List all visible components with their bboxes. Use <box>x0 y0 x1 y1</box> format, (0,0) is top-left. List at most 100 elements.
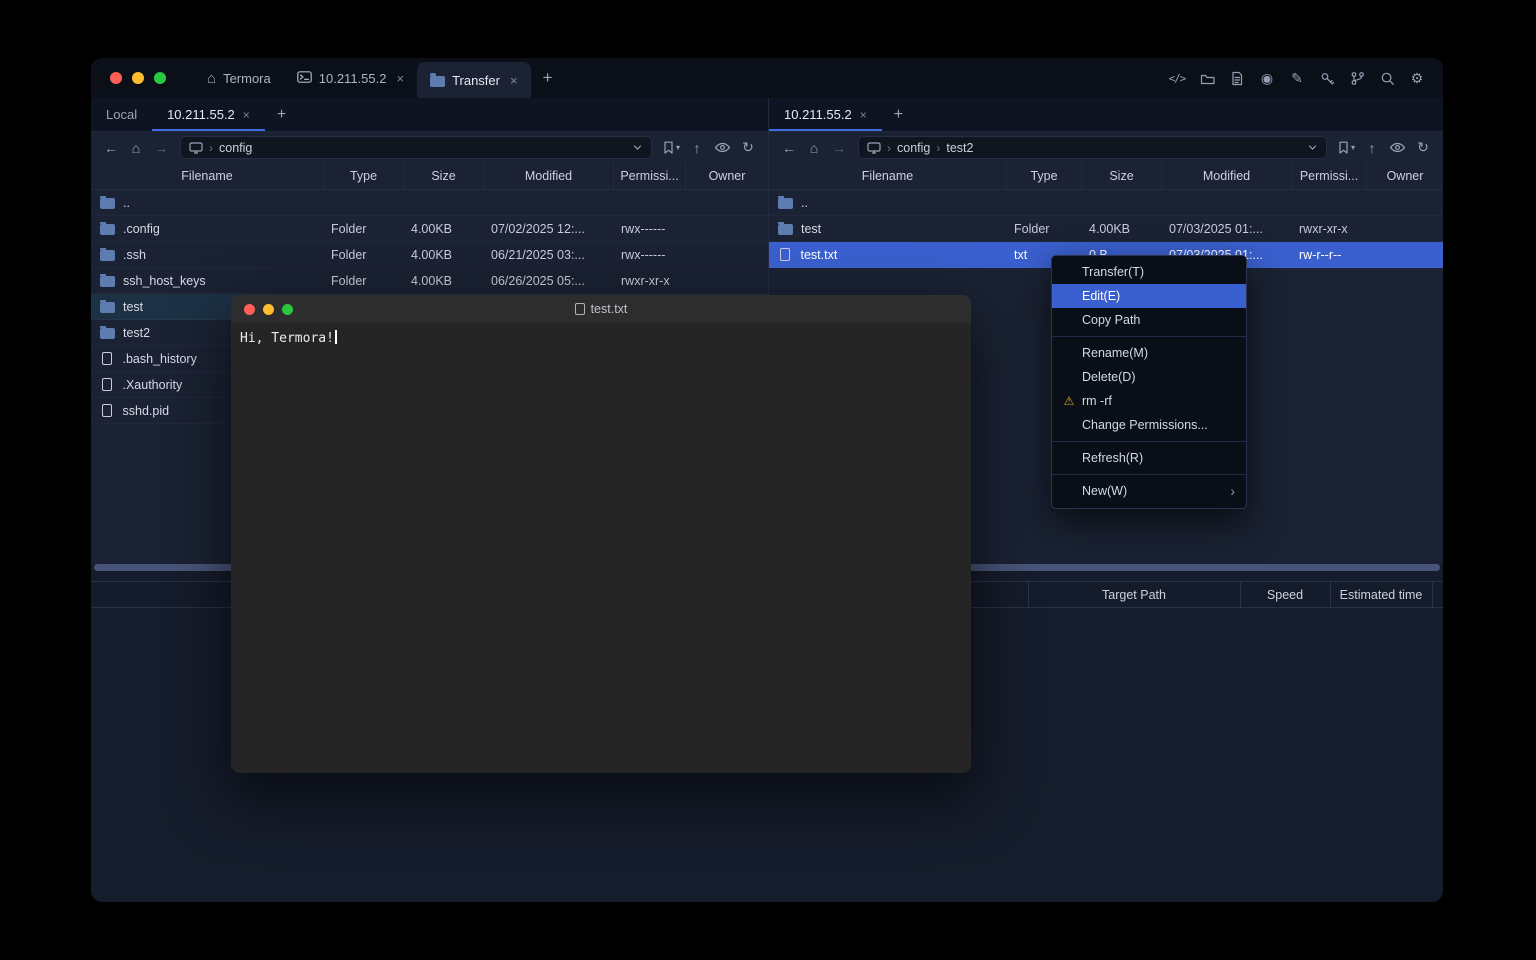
path-bar[interactable]: › config <box>180 136 652 159</box>
home-button[interactable]: ⌂ <box>128 140 144 156</box>
menu-item-label: rm -rf <box>1082 394 1112 408</box>
breadcrumb-segment[interactable]: config <box>219 141 252 155</box>
column-header[interactable]: Filename <box>769 163 1006 189</box>
column-header[interactable]: Modified <box>1161 163 1291 189</box>
menu-item-change-permissions[interactable]: Change Permissions... <box>1052 413 1246 437</box>
menu-separator <box>1052 474 1246 475</box>
editor-window-controls <box>231 304 293 315</box>
record-icon[interactable]: ◉ <box>1258 69 1276 87</box>
close-icon[interactable]: × <box>860 108 867 122</box>
column-header[interactable]: Filename <box>91 163 323 189</box>
show-hidden-button[interactable] <box>1389 141 1406 154</box>
table-row[interactable]: .ssh Folder 4.00KB 06/21/2025 03:... rwx… <box>91 242 768 268</box>
left-table-header: Filename Type Size Modified Permissi... … <box>91 163 768 190</box>
menu-item-rename[interactable]: Rename(M) <box>1052 341 1246 365</box>
breadcrumb-segment[interactable]: config <box>897 141 930 155</box>
table-row[interactable]: .. <box>769 190 1443 216</box>
tab-termora[interactable]: ⌂ Termora <box>194 58 284 98</box>
minimize-window-button[interactable] <box>132 72 144 84</box>
window-controls <box>91 72 182 84</box>
file-modified: 06/21/2025 03:... <box>483 248 613 262</box>
editor-text-area[interactable]: Hi, Termora! <box>231 323 971 773</box>
folder-panel-icon[interactable] <box>1198 69 1216 87</box>
table-row[interactable]: .. <box>91 190 768 216</box>
menu-item-label: New(W) <box>1082 484 1127 498</box>
search-icon[interactable] <box>1378 69 1396 87</box>
folder-icon <box>100 302 115 313</box>
column-divider[interactable] <box>1432 582 1433 607</box>
close-icon[interactable]: × <box>510 73 518 88</box>
close-window-button[interactable] <box>110 72 122 84</box>
chevron-down-icon[interactable] <box>632 142 643 153</box>
column-header[interactable]: Estimated time <box>1330 582 1432 607</box>
menu-item-copy-path[interactable]: Copy Path <box>1052 308 1246 332</box>
breadcrumb-segment[interactable]: test2 <box>946 141 973 155</box>
file-size: 4.00KB <box>403 222 483 236</box>
column-header[interactable]: Modified <box>483 163 613 189</box>
new-pane-tab-button[interactable]: + <box>265 98 298 131</box>
tab-terminal-session[interactable]: 10.211.55.2 × <box>284 58 417 98</box>
file-size: 4.00KB <box>1081 222 1161 236</box>
close-icon[interactable]: × <box>243 108 250 122</box>
bookmark-button[interactable]: ▾ <box>663 141 680 154</box>
menu-item-new[interactable]: New(W) › <box>1052 479 1246 503</box>
table-row[interactable]: test Folder 4.00KB 07/03/2025 01:... rwx… <box>769 216 1443 242</box>
close-icon[interactable]: × <box>396 71 404 86</box>
column-header[interactable]: Size <box>403 163 483 189</box>
table-row[interactable]: ssh_host_keys Folder 4.00KB 06/26/2025 0… <box>91 268 768 294</box>
tab-remote-session[interactable]: 10.211.55.2 × <box>769 98 882 131</box>
new-pane-tab-button[interactable]: + <box>882 98 915 131</box>
column-header[interactable]: Owner <box>1366 163 1443 189</box>
path-bar[interactable]: › config › test2 <box>858 136 1327 159</box>
parent-directory-button[interactable]: ↑ <box>689 140 705 156</box>
key-icon[interactable] <box>1318 69 1336 87</box>
menu-item-refresh[interactable]: Refresh(R) <box>1052 446 1246 470</box>
column-header[interactable]: Type <box>1006 163 1081 189</box>
close-window-button[interactable] <box>244 304 255 315</box>
eye-icon <box>714 141 731 154</box>
back-button[interactable]: ← <box>103 140 119 156</box>
column-header[interactable]: Size <box>1081 163 1161 189</box>
minimize-window-button[interactable] <box>263 304 274 315</box>
forward-button[interactable]: → <box>831 140 847 156</box>
branch-icon[interactable] <box>1348 69 1366 87</box>
table-row[interactable]: .config Folder 4.00KB 07/02/2025 12:... … <box>91 216 768 242</box>
editor-titlebar[interactable]: test.txt <box>231 295 971 323</box>
back-button[interactable]: ← <box>781 140 797 156</box>
chevron-down-icon[interactable] <box>1307 142 1318 153</box>
column-header[interactable]: Permissi... <box>1291 163 1366 189</box>
code-icon[interactable]: </> <box>1168 69 1186 87</box>
forward-button[interactable]: → <box>153 140 169 156</box>
column-header[interactable]: Target Path <box>1028 582 1240 607</box>
menu-item-edit[interactable]: Edit(E) <box>1052 284 1246 308</box>
edit-pencil-icon[interactable]: ✎ <box>1288 69 1306 87</box>
menu-item-rm-rf[interactable]: ⚠ rm -rf <box>1052 389 1246 413</box>
home-button[interactable]: ⌂ <box>806 140 822 156</box>
column-header[interactable]: Owner <box>685 163 768 189</box>
folder-icon <box>430 76 445 87</box>
new-tab-button[interactable]: + <box>531 68 565 88</box>
column-header[interactable]: Permissi... <box>613 163 685 189</box>
zoom-window-button[interactable] <box>154 72 166 84</box>
tab-remote-session[interactable]: 10.211.55.2 × <box>152 98 265 131</box>
file-type: Folder <box>1006 222 1081 236</box>
column-header[interactable]: Speed <box>1240 582 1330 607</box>
tab-transfer[interactable]: Transfer × <box>417 62 531 98</box>
menu-item-delete[interactable]: Delete(D) <box>1052 365 1246 389</box>
bookmark-button[interactable]: ▾ <box>1338 141 1355 154</box>
right-pane-navbar: ← ⌂ → › config › test2 ▾ ↑ <box>769 132 1443 163</box>
zoom-window-button[interactable] <box>282 304 293 315</box>
settings-icon[interactable]: ⚙ <box>1408 69 1426 87</box>
refresh-button[interactable]: ↻ <box>1415 139 1431 156</box>
titlebar[interactable]: ⌂ Termora 10.211.55.2 × Transfer × + <box>91 58 1443 98</box>
parent-directory-button[interactable]: ↑ <box>1364 140 1380 156</box>
show-hidden-button[interactable] <box>714 141 731 154</box>
column-header[interactable]: Type <box>323 163 403 189</box>
log-file-icon[interactable] <box>1228 69 1246 87</box>
folder-icon <box>100 198 115 209</box>
menu-item-transfer[interactable]: Transfer(T) <box>1052 260 1246 284</box>
bookmark-icon <box>663 141 674 154</box>
right-pane-tabs: 10.211.55.2 × + <box>769 98 1443 132</box>
tab-local[interactable]: Local <box>91 98 152 131</box>
refresh-button[interactable]: ↻ <box>740 139 756 156</box>
